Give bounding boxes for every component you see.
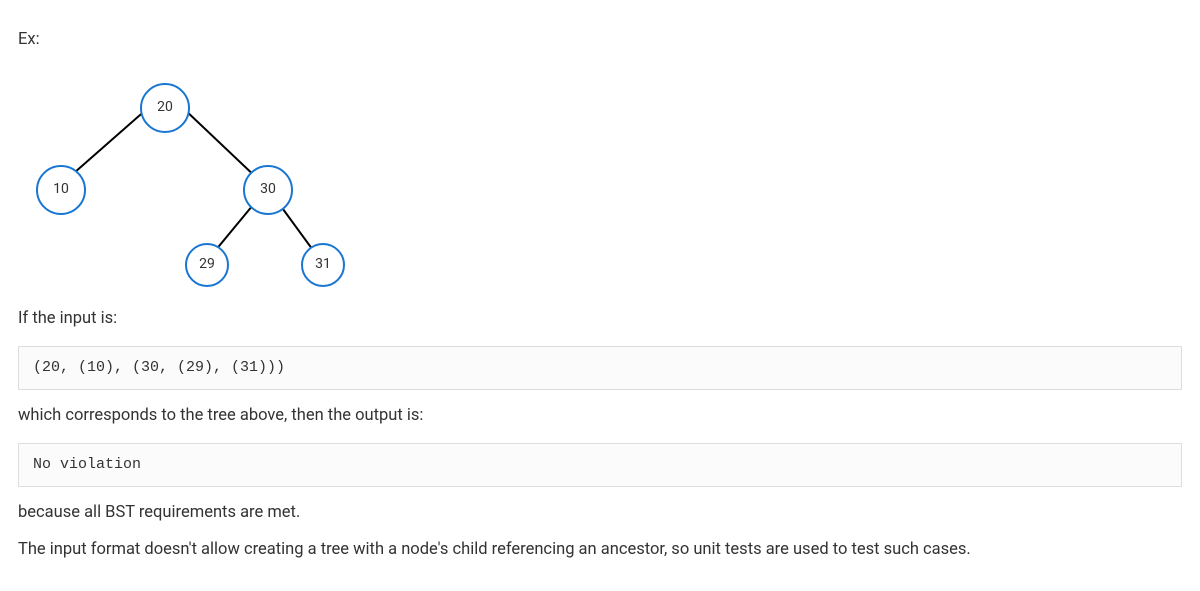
tree-node-value: 31 <box>315 254 331 275</box>
tree-node-right: 30 <box>243 165 293 215</box>
tree-diagram: 20 10 30 29 31 <box>18 65 378 295</box>
corresponds-label: which corresponds to the tree above, the… <box>18 404 1182 429</box>
tree-node-left: 10 <box>36 165 86 215</box>
if-input-label: If the input is: <box>18 307 1182 332</box>
tree-node-value: 20 <box>157 97 173 118</box>
example-label: Ex: <box>18 28 1182 53</box>
output-code-block: No violation <box>18 443 1182 488</box>
tree-node-right-right: 31 <box>301 243 345 287</box>
because-label: because all BST requirements are met. <box>18 501 1182 526</box>
tree-node-value: 29 <box>199 254 215 275</box>
input-code-block: (20, (10), (30, (29), (31))) <box>18 346 1182 391</box>
tree-node-right-left: 29 <box>185 243 229 287</box>
tree-node-value: 10 <box>53 179 69 200</box>
tree-node-value: 30 <box>260 179 276 200</box>
tree-node-root: 20 <box>140 83 190 133</box>
format-note: The input format doesn't allow creating … <box>18 538 1182 563</box>
